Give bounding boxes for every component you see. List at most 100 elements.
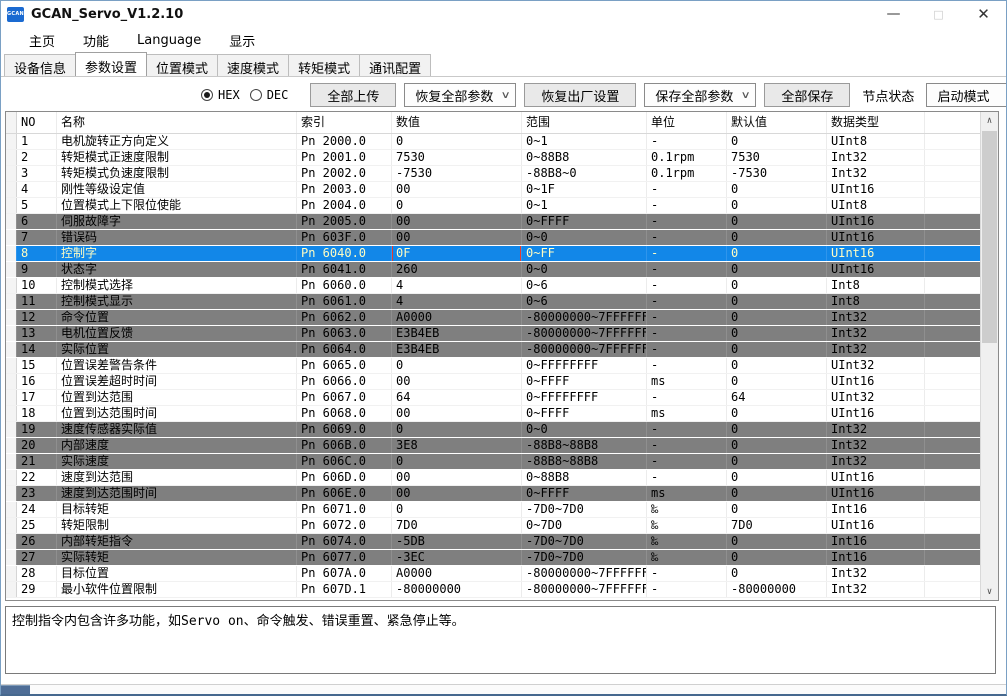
scroll-down-icon[interactable]: ∨: [981, 583, 998, 600]
horizontal-scrollbar-thumb[interactable]: [1, 685, 30, 694]
cell-value[interactable]: -7530: [392, 166, 522, 181]
cell-value[interactable]: 7530: [392, 150, 522, 165]
table-row[interactable]: 27 实际转矩 Pn 6077.0 -3EC -7D0~7D0 ‰ 0 Int1…: [6, 550, 980, 566]
cell-value[interactable]: 0F: [392, 246, 522, 261]
table-row[interactable]: 17 位置到达范围 Pn 6067.0 64 0~FFFFFFFF - 64 U…: [6, 390, 980, 406]
table-row[interactable]: 22 速度到达范围 Pn 606D.0 00 0~88B8 - 0 UInt16: [6, 470, 980, 486]
row-selector-cell[interactable]: [6, 198, 17, 213]
table-row[interactable]: 6 伺服故障字 Pn 2005.0 00 0~FFFF - 0 UInt16: [6, 214, 980, 230]
cell-value[interactable]: 00: [392, 182, 522, 197]
row-selector-cell[interactable]: [6, 326, 17, 341]
row-selector-cell[interactable]: [6, 358, 17, 373]
cell-value[interactable]: 0: [392, 422, 522, 437]
row-selector-cell[interactable]: [6, 230, 17, 245]
row-selector-cell[interactable]: [6, 550, 17, 565]
row-selector-cell[interactable]: [6, 518, 17, 533]
tab-position-mode[interactable]: 位置模式: [146, 54, 219, 77]
row-selector-cell[interactable]: [6, 294, 17, 309]
start-mode-dropdown[interactable]: 启动模式 ∨: [926, 83, 1006, 107]
menu-item-function[interactable]: 功能: [69, 28, 123, 53]
table-row[interactable]: 25 转矩限制 Pn 6072.0 7D0 0~7D0 ‰ 7D0 UInt16: [6, 518, 980, 534]
table-row[interactable]: 11 控制模式显示 Pn 6061.0 4 0~6 - 0 Int8: [6, 294, 980, 310]
table-row[interactable]: 2 转矩模式正速度限制 Pn 2001.0 7530 0~88B8 0.1rpm…: [6, 150, 980, 166]
cell-value[interactable]: 4: [392, 278, 522, 293]
row-selector-cell[interactable]: [6, 182, 17, 197]
table-row[interactable]: 8 控制字 Pn 6040.0 0F 0~FF - 0 UInt16: [6, 246, 980, 262]
cell-value[interactable]: A0000: [392, 566, 522, 581]
table-row[interactable]: 5 位置模式上下限位使能 Pn 2004.0 0 0~1 - 0 UInt8: [6, 198, 980, 214]
row-selector-cell[interactable]: [6, 454, 17, 469]
table-row[interactable]: 13 电机位置反馈 Pn 6063.0 E3B4EB -80000000~7FF…: [6, 326, 980, 342]
row-selector-cell[interactable]: [6, 134, 17, 149]
table-row[interactable]: 24 目标转矩 Pn 6071.0 0 -7D0~7D0 ‰ 0 Int16: [6, 502, 980, 518]
cell-value[interactable]: 0: [392, 454, 522, 469]
table-row[interactable]: 23 速度到达范围时间 Pn 606E.0 00 0~FFFF ms 0 UIn…: [6, 486, 980, 502]
table-row[interactable]: 16 位置误差超时时间 Pn 6066.0 00 0~FFFF ms 0 UIn…: [6, 374, 980, 390]
tab-communication-config[interactable]: 通讯配置: [359, 54, 432, 77]
restore-all-params-dropdown[interactable]: 恢复全部参数 ∨: [404, 83, 517, 107]
row-selector-cell[interactable]: [6, 502, 17, 517]
scrollbar-thumb[interactable]: [982, 131, 997, 343]
cell-value[interactable]: -3EC: [392, 550, 522, 565]
vertical-scrollbar[interactable]: ∧ ∨: [980, 112, 998, 600]
column-header-type[interactable]: 数据类型: [827, 112, 925, 133]
horizontal-scrollbar[interactable]: [1, 684, 1006, 694]
cell-value[interactable]: 0: [392, 502, 522, 517]
tab-torque-mode[interactable]: 转矩模式: [288, 54, 361, 77]
table-row[interactable]: 21 实际速度 Pn 606C.0 0 -88B8~88B8 - 0 Int32: [6, 454, 980, 470]
tab-device-info[interactable]: 设备信息: [4, 54, 77, 77]
row-selector-cell[interactable]: [6, 374, 17, 389]
upload-all-button[interactable]: 全部上传: [310, 83, 397, 107]
close-button[interactable]: ✕: [961, 1, 1006, 27]
cell-value[interactable]: -80000000: [392, 582, 522, 597]
row-selector-cell[interactable]: [6, 486, 17, 501]
table-row[interactable]: 15 位置误差警告条件 Pn 6065.0 0 0~FFFFFFFF - 0 U…: [6, 358, 980, 374]
table-row[interactable]: 1 电机旋转正方向定义 Pn 2000.0 0 0~1 - 0 UInt8: [6, 134, 980, 150]
cell-value[interactable]: 00: [392, 374, 522, 389]
table-row[interactable]: 10 控制模式选择 Pn 6060.0 4 0~6 - 0 Int8: [6, 278, 980, 294]
cell-value[interactable]: E3B4EB: [392, 326, 522, 341]
cell-value[interactable]: 0: [392, 358, 522, 373]
row-selector-cell[interactable]: [6, 262, 17, 277]
table-row[interactable]: 12 命令位置 Pn 6062.0 A0000 -80000000~7FFFFF…: [6, 310, 980, 326]
table-row[interactable]: 3 转矩模式负速度限制 Pn 2002.0 -7530 -88B8~0 0.1r…: [6, 166, 980, 182]
table-row[interactable]: 14 实际位置 Pn 6064.0 E3B4EB -80000000~7FFFF…: [6, 342, 980, 358]
column-header-no[interactable]: NO: [17, 112, 57, 133]
row-selector-cell[interactable]: [6, 342, 17, 357]
radio-hex[interactable]: HEX: [201, 88, 240, 102]
cell-value[interactable]: 00: [392, 470, 522, 485]
menu-item-home[interactable]: 主页: [15, 28, 69, 53]
cell-value[interactable]: 00: [392, 230, 522, 245]
row-selector-cell[interactable]: [6, 246, 17, 261]
column-header-value[interactable]: 数值: [392, 112, 522, 133]
save-all-button[interactable]: 全部保存: [764, 83, 851, 107]
scrollbar-track[interactable]: [981, 129, 998, 583]
tab-parameter-settings[interactable]: 参数设置: [75, 52, 148, 76]
menu-item-language[interactable]: Language: [123, 30, 215, 51]
row-selector-cell[interactable]: [6, 470, 17, 485]
save-all-params-dropdown[interactable]: 保存全部参数 ∨: [644, 83, 757, 107]
row-selector-cell[interactable]: [6, 166, 17, 181]
column-header-default[interactable]: 默认值: [727, 112, 827, 133]
table-row[interactable]: 28 目标位置 Pn 607A.0 A0000 -80000000~7FFFFF…: [6, 566, 980, 582]
row-selector-cell[interactable]: [6, 390, 17, 405]
table-row[interactable]: 19 速度传感器实际值 Pn 6069.0 0 0~0 - 0 Int32: [6, 422, 980, 438]
factory-reset-button[interactable]: 恢复出厂设置: [524, 83, 637, 107]
maximize-button[interactable]: □: [916, 1, 961, 27]
cell-value[interactable]: 260: [392, 262, 522, 277]
cell-value[interactable]: E3B4EB: [392, 342, 522, 357]
cell-value[interactable]: A0000: [392, 310, 522, 325]
row-selector-cell[interactable]: [6, 150, 17, 165]
row-selector-cell[interactable]: [6, 438, 17, 453]
minimize-button[interactable]: —: [871, 1, 916, 27]
table-row[interactable]: 20 内部速度 Pn 606B.0 3E8 -88B8~88B8 - 0 Int…: [6, 438, 980, 454]
column-header-name[interactable]: 名称: [57, 112, 297, 133]
cell-value[interactable]: 00: [392, 486, 522, 501]
row-selector-cell[interactable]: [6, 534, 17, 549]
cell-value[interactable]: 7D0: [392, 518, 522, 533]
cell-value[interactable]: -5DB: [392, 534, 522, 549]
cell-value[interactable]: 00: [392, 406, 522, 421]
table-row[interactable]: 7 错误码 Pn 603F.0 00 0~0 - 0 UInt16: [6, 230, 980, 246]
row-selector-cell[interactable]: [6, 310, 17, 325]
column-header-index[interactable]: 索引: [297, 112, 392, 133]
